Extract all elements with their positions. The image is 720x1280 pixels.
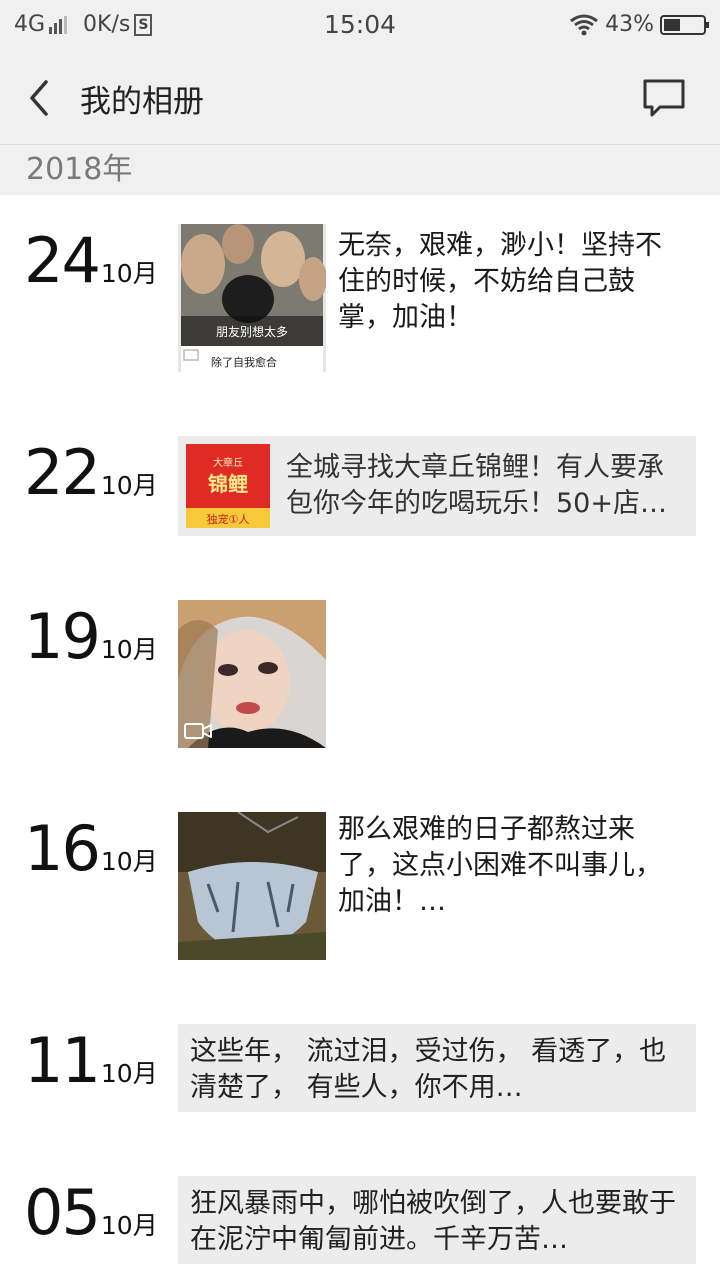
post-item[interactable]: 22 10月 大章丘 锦鲤 独宠①人 全城寻找大章丘锦鲤！有人要承包你今年的吃喝… [0,436,720,536]
shared-link-title: 全城寻找大章丘锦鲤！有人要承包你今年的吃喝玩乐！50+店… [286,452,667,519]
post-day: 16 [24,812,101,885]
thumb-caption-1: 朋友别想太多 [216,324,288,339]
wifi-icon [570,14,599,35]
post-item[interactable]: 05 10月 狂风暴雨中，哪怕被吹倒了，人也要敢于在泥泞中匍匐前进。千辛万苦… [0,1176,720,1264]
shared-link-card[interactable]: 狂风暴雨中，哪怕被吹倒了，人也要敢于在泥泞中匍匐前进。千辛万苦… [178,1176,696,1264]
battery-percent: 43% [605,12,654,37]
post-date: 22 10月 [24,436,158,509]
shared-link-card[interactable]: 大章丘 锦鲤 独宠①人 全城寻找大章丘锦鲤！有人要承包你今年的吃喝玩乐！50+店… [178,436,696,536]
torn-clothing-image [178,812,326,960]
promo-main-text: 锦鲤 [208,472,248,496]
chevron-left-icon [30,80,48,116]
shared-link-title: 狂风暴雨中，哪怕被吹倒了，人也要敢于在泥泞中匍匐前进。千辛万苦… [190,1188,676,1255]
thumb-caption-2: 除了自我愈合 [211,355,277,369]
status-bar: 4G 0K/s S 15:04 43% [0,0,720,50]
promo-top-text: 大章丘 [213,456,243,469]
promo-bottom-text: 独宠①人 [207,512,250,526]
post-date: 11 10月 [24,1024,158,1097]
post-month: 10月 [100,259,158,288]
message-icon [643,79,685,117]
post-item[interactable]: 11 10月 这些年， 流过泪，受过伤， 看透了，也清楚了， 有些人，你不用… [0,1024,720,1112]
video-thumbnail[interactable] [178,600,326,748]
post-month: 10月 [100,471,158,500]
post-month: 10月 [100,635,158,664]
shared-link-card[interactable]: 这些年， 流过泪，受过伤， 看透了，也清楚了， 有些人，你不用… [178,1024,696,1112]
post-date: 05 10月 [24,1176,158,1249]
post-date: 24 10月 [24,224,158,297]
year-header: 2018年 [0,145,720,195]
video-icon [184,723,212,739]
post-day: 05 [24,1176,101,1249]
shared-link-title: 这些年， 流过泪，受过伤， 看透了，也清楚了， 有些人，你不用… [190,1036,667,1103]
nav-bar: 我的相册 [0,50,720,145]
year-label: 2018年 [26,152,133,187]
post-date: 16 10月 [24,812,158,885]
post-day: 22 [24,436,101,509]
post-day: 11 [24,1024,101,1097]
post-item[interactable]: 16 10月 那么艰难的日子都熬过来了，这点小困难不叫事儿，加油！… [0,812,720,960]
post-item[interactable]: 19 10月 [0,600,720,748]
post-date: 19 10月 [24,600,158,673]
shared-link-thumbnail: 大章丘 锦鲤 独宠①人 [186,444,270,528]
post-month: 10月 [100,1059,158,1088]
crowd-photo-image: 朋友别想太多 除了自我愈合 [178,224,326,372]
post-thumbnail[interactable]: 朋友别想太多 除了自我愈合 [178,224,326,372]
page-title: 我的相册 [80,84,204,120]
post-text: 那么艰难的日子都熬过来了，这点小困难不叫事儿，加油！… [338,814,662,917]
back-button[interactable] [22,76,62,120]
messages-button[interactable] [642,78,686,118]
post-thumbnail[interactable] [178,812,326,960]
post-item[interactable]: 24 10月 朋友别想太多 除了自我愈合 无奈，艰难，渺小！坚持不住的时候，不妨… [0,222,720,382]
battery-icon [660,14,709,35]
post-text: 无奈，艰难，渺小！坚持不住的时候，不妨给自己鼓掌，加油！ [338,230,662,333]
post-month: 10月 [100,1211,158,1240]
post-month: 10月 [100,847,158,876]
post-day: 19 [24,600,101,673]
koi-promo-image: 大章丘 锦鲤 独宠①人 [186,444,270,528]
post-day: 24 [24,224,101,297]
